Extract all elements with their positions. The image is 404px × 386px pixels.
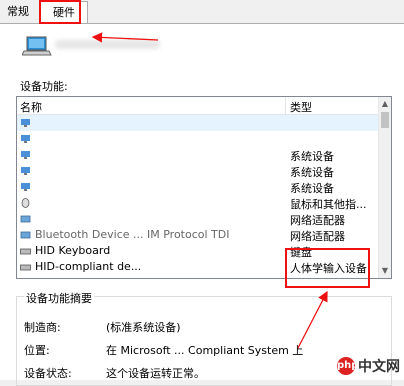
list-item[interactable] bbox=[17, 115, 379, 131]
tab-general[interactable]: 常规 bbox=[3, 3, 33, 21]
network-icon bbox=[20, 231, 31, 239]
watermark-text: 中文网 bbox=[358, 359, 400, 375]
mouse-icon bbox=[21, 198, 30, 208]
device-functions-label: 设备功能: bbox=[20, 80, 68, 93]
keyboard-icon bbox=[20, 264, 31, 271]
tab-strip: 常规 硬件 bbox=[0, 0, 404, 24]
list-item[interactable]: Bluetooth Device ... IM Protocol TDI 网络适… bbox=[17, 227, 379, 243]
list-item[interactable]: 鼠标和其他指... bbox=[17, 195, 379, 211]
list-item[interactable]: 系统设备 bbox=[17, 163, 379, 179]
scroll-thumb[interactable] bbox=[381, 112, 389, 128]
monitor-icon bbox=[21, 167, 30, 175]
monitor-icon bbox=[21, 183, 30, 191]
device-type: 网络适配器 bbox=[290, 230, 345, 243]
vertical-scrollbar[interactable]: ▲ ▼ bbox=[378, 97, 391, 278]
monitor-icon bbox=[21, 151, 30, 159]
device-type: 系统设备 bbox=[290, 150, 334, 163]
tab-hardware[interactable]: 硬件 bbox=[40, 1, 88, 24]
monitor-icon bbox=[21, 135, 30, 143]
list-header: 名称 类型 bbox=[17, 97, 379, 115]
device-name: HID-compliant de... bbox=[35, 260, 142, 273]
summary-title: 设备功能摘要 bbox=[24, 290, 94, 306]
device-name: Bluetooth Device ... IM Protocol TDI bbox=[35, 228, 230, 241]
watermark: php 中文网 bbox=[337, 355, 400, 377]
list-item[interactable] bbox=[17, 131, 379, 147]
device-type: 系统设备 bbox=[290, 166, 334, 179]
manufacturer-label: 制造商: bbox=[24, 321, 61, 334]
type-annotation-box bbox=[285, 248, 370, 288]
device-type: 网络适配器 bbox=[290, 214, 345, 227]
column-separator[interactable] bbox=[285, 97, 286, 114]
device-type: 系统设备 bbox=[290, 182, 334, 195]
scroll-up-icon[interactable]: ▲ bbox=[379, 97, 391, 111]
list-item[interactable]: 网络适配器 bbox=[17, 211, 379, 227]
list-item[interactable]: 系统设备 bbox=[17, 147, 379, 163]
keyboard-icon bbox=[20, 248, 31, 255]
monitor-icon bbox=[21, 119, 30, 127]
column-header-type[interactable]: 类型 bbox=[290, 99, 312, 115]
device-name: HID Keyboard bbox=[35, 244, 111, 257]
network-icon bbox=[20, 215, 31, 223]
scroll-down-icon[interactable]: ▼ bbox=[379, 264, 391, 278]
location-value: 在 Microsoft ... Compliant System 上 bbox=[106, 344, 304, 357]
php-logo-icon: php bbox=[337, 357, 358, 375]
device-name-redacted bbox=[55, 40, 160, 49]
manufacturer-value: (标准系统设备) bbox=[106, 321, 181, 334]
list-item[interactable]: 系统设备 bbox=[17, 179, 379, 195]
column-header-name[interactable]: 名称 bbox=[20, 99, 42, 115]
device-type: 鼠标和其他指... bbox=[290, 198, 367, 211]
laptop-icon bbox=[22, 36, 52, 56]
location-label: 位置: bbox=[24, 344, 50, 357]
